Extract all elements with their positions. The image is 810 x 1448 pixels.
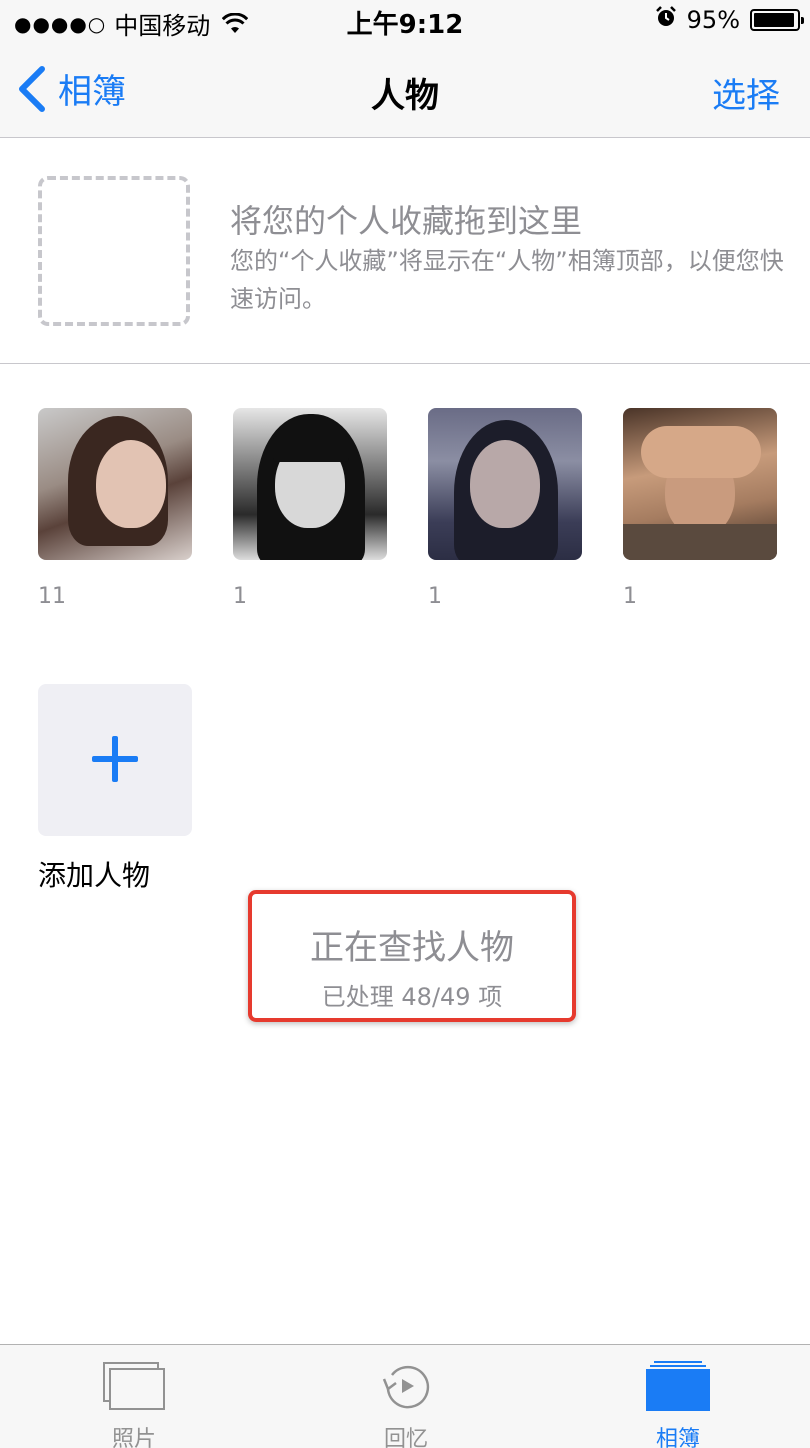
albums-icon	[646, 1361, 710, 1411]
battery-icon	[750, 9, 804, 31]
add-person[interactable]: 添加人物	[38, 684, 192, 894]
add-person-button[interactable]	[38, 684, 192, 836]
favorites-drop-zone[interactable]	[38, 176, 190, 326]
tab-photos-label: 照片	[111, 1427, 156, 1448]
plus-icon	[92, 736, 138, 782]
status-bar: ●●●●○ 中国移动 上午9:12 95%	[0, 0, 810, 40]
person-tile[interactable]: 11	[38, 408, 192, 609]
tab-photos[interactable]: 照片	[54, 1345, 214, 1448]
person-photo-count: 1	[428, 584, 442, 609]
person-photo[interactable]	[428, 408, 582, 560]
tab-memories-label: 回忆	[383, 1427, 428, 1448]
favorites-description: 您的“个人收藏”将显示在“人物”相簿顶部，以便您快速访问。	[230, 247, 784, 313]
scan-status: 正在查找人物 已处理 48/49 项	[248, 890, 576, 1022]
person-photo-count: 11	[38, 584, 66, 609]
scan-status-title: 正在查找人物	[310, 928, 514, 968]
favorites-title: 将您的个人收藏拖到这里	[230, 202, 583, 240]
select-button[interactable]: 选择	[712, 68, 780, 117]
photos-icon	[102, 1361, 166, 1411]
tab-bar: 照片 回忆 相簿	[0, 1344, 810, 1448]
battery-percent: 95%	[686, 6, 740, 34]
status-right: 95%	[655, 6, 804, 34]
person-photo[interactable]	[623, 408, 777, 560]
navigation-bar: 相簿 人物 选择	[0, 40, 810, 138]
person-tile[interactable]: 1	[233, 408, 387, 609]
tab-memories[interactable]: 回忆	[326, 1345, 486, 1448]
person-photo-count: 1	[623, 584, 637, 609]
battery-fill	[754, 13, 794, 27]
scan-progress-text: 已处理 48/49 项	[321, 983, 503, 1011]
alarm-icon	[655, 6, 677, 34]
memories-icon	[374, 1361, 438, 1411]
add-person-label: 添加人物	[38, 859, 151, 892]
tab-albums[interactable]: 相簿	[598, 1345, 758, 1448]
page-title: 人物	[371, 76, 439, 116]
person-photo[interactable]	[233, 408, 387, 560]
person-tile[interactable]: 1	[428, 408, 582, 609]
person-tile[interactable]: 1	[623, 408, 777, 609]
person-photo[interactable]	[38, 408, 192, 560]
tab-albums-label: 相簿	[655, 1427, 700, 1448]
favorites-section: 将您的个人收藏拖到这里 您的“个人收藏”将显示在“人物”相簿顶部，以便您快速访问…	[0, 138, 810, 364]
person-photo-count: 1	[233, 584, 247, 609]
